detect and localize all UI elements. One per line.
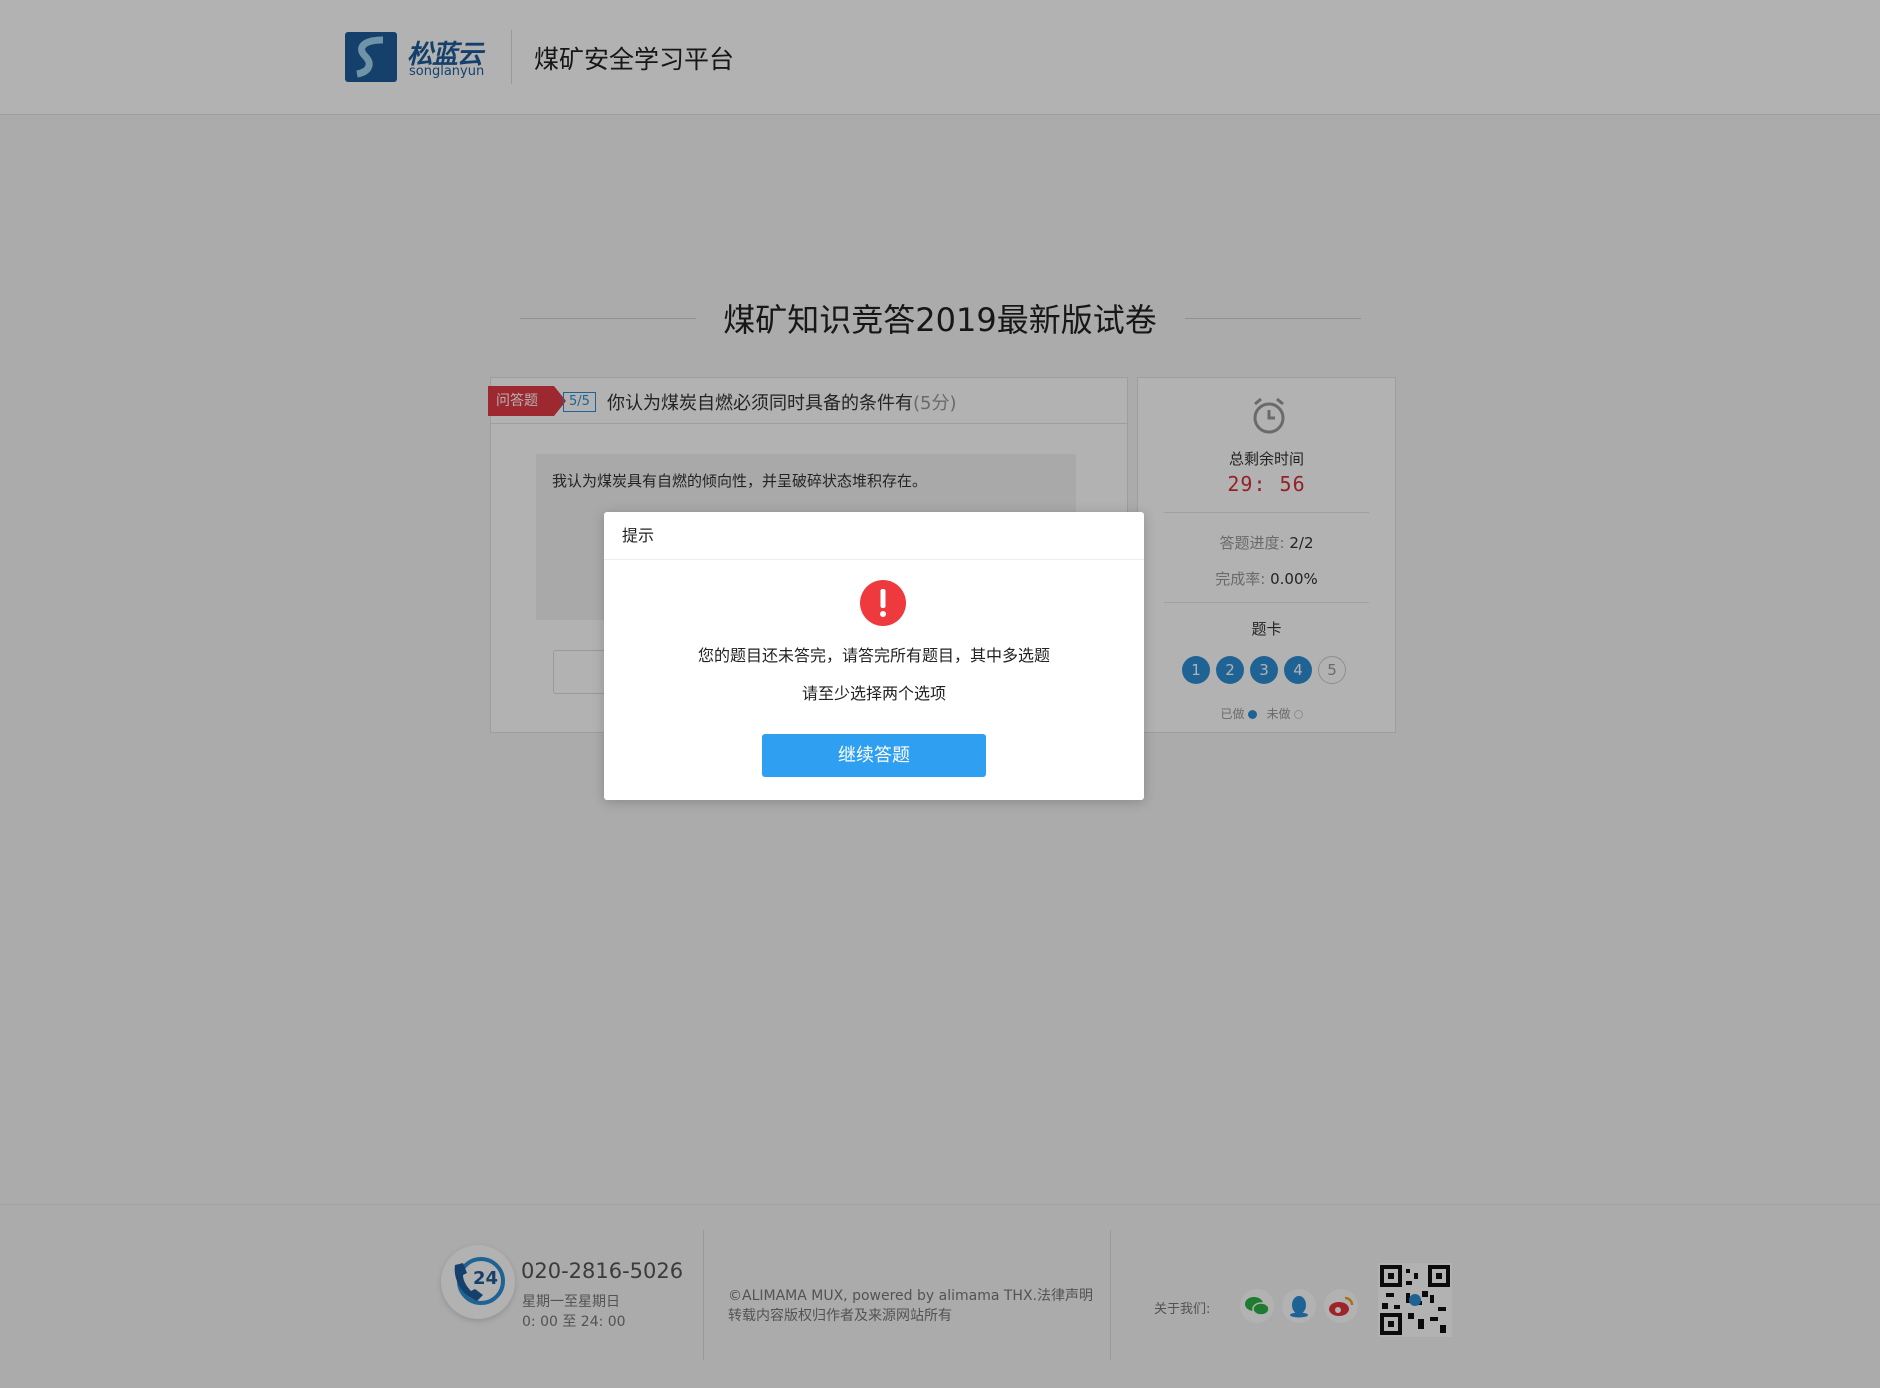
error-icon bbox=[860, 580, 906, 626]
alert-dialog: 提示 您的题目还未答完，请答完所有题目，其中多选题 请至少选择两个选项 继续答题 bbox=[604, 512, 1144, 800]
page: 松蓝云 songlanyun 煤矿安全学习平台 煤矿知识竞答2019最新版试卷 … bbox=[0, 0, 1880, 1388]
dialog-message-1: 您的题目还未答完，请答完所有题目，其中多选题 bbox=[697, 646, 1050, 665]
continue-answering-button[interactable]: 继续答题 bbox=[762, 734, 986, 777]
dialog-message-2: 请至少选择两个选项 bbox=[801, 684, 946, 703]
dialog-title: 提示 bbox=[604, 512, 1144, 560]
